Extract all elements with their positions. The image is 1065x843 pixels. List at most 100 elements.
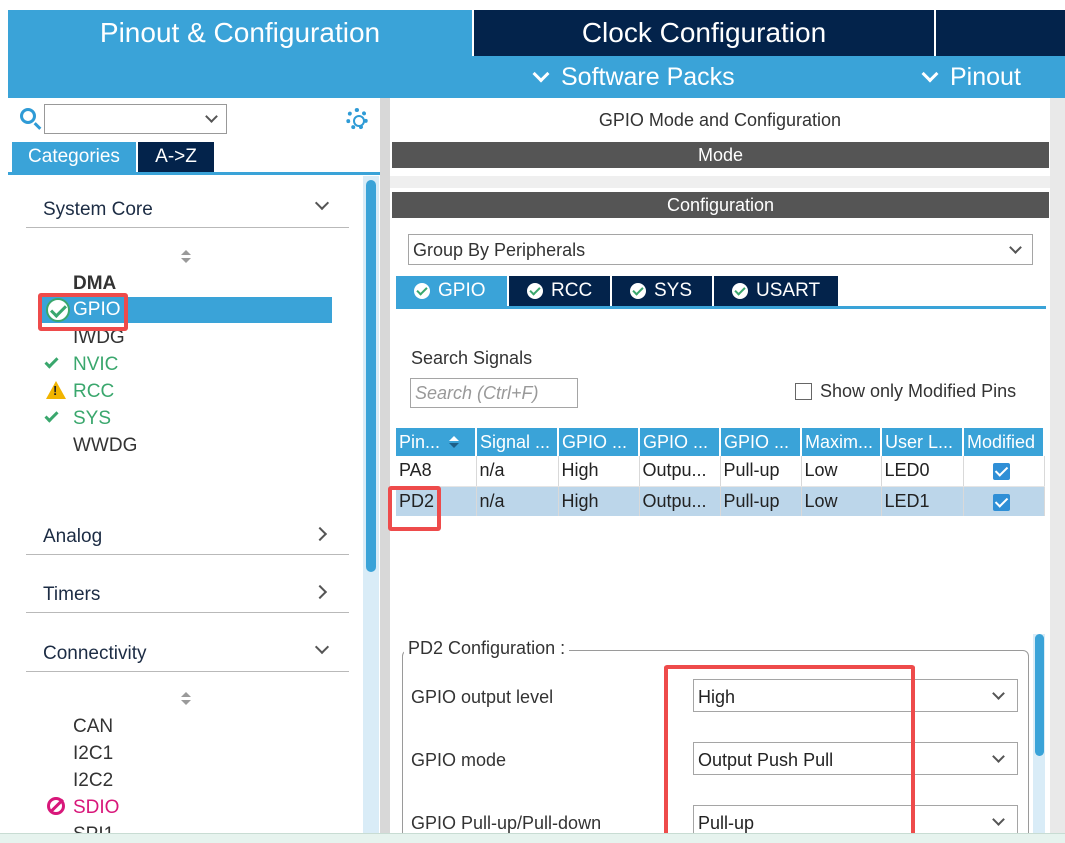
check-circle-icon <box>630 283 646 299</box>
section-gap <box>390 176 1050 188</box>
tab-pinout-configuration-label: Pinout & Configuration <box>99 17 381 48</box>
show-modified-checkbox[interactable]: Show only Modified Pins <box>795 381 1016 402</box>
tab-rcc[interactable]: RCC <box>509 276 610 306</box>
page-title: GPIO Mode and Configuration <box>598 110 842 130</box>
table-row[interactable]: PA8 n/a High Outpu... Pull-up Low LED0 <box>396 456 1045 487</box>
list-item-sys[interactable]: SYS <box>73 406 111 432</box>
sort-icon[interactable] <box>180 250 192 264</box>
software-packs-label: Software Packs <box>561 63 735 91</box>
checkbox-checked-icon[interactable] <box>992 463 1010 480</box>
highlight-box-pd2-settings <box>664 665 915 843</box>
list-item-rcc[interactable]: RCC <box>73 379 114 405</box>
tab-gpio[interactable]: GPIO <box>396 276 507 306</box>
tab-categories[interactable]: Categories <box>12 142 136 172</box>
tab-pinout-configuration[interactable]: Pinout & Configuration <box>8 10 472 56</box>
category-search-select[interactable] <box>44 104 227 134</box>
checkbox-unchecked[interactable] <box>795 383 812 400</box>
search-icon[interactable] <box>20 108 36 124</box>
outer-scrollbar-track[interactable] <box>1050 98 1065 843</box>
gpio-mode-label: GPIO mode <box>411 750 507 770</box>
tab-next-truncated[interactable] <box>936 10 1065 56</box>
panel-splitter[interactable] <box>380 98 390 843</box>
list-item-i2c1[interactable]: I2C1 <box>73 741 113 767</box>
cell-output-level: High <box>558 456 640 487</box>
left-scrollbar-thumb[interactable] <box>366 180 376 572</box>
check-icon <box>44 406 67 428</box>
pinout-menu-label: Pinout <box>950 63 1021 91</box>
tab-underline <box>8 172 380 175</box>
chevron-down-icon <box>314 639 330 655</box>
chevron-down-icon <box>921 65 939 82</box>
mode-header[interactable]: Mode <box>392 142 1049 168</box>
tab-categories-label: Categories <box>28 146 120 167</box>
tab-usart-label: USART <box>756 280 821 301</box>
configuration-header[interactable]: Configuration <box>392 192 1049 218</box>
tab-usart[interactable]: USART <box>714 276 838 306</box>
check-circle-icon <box>414 283 430 299</box>
cell-modified <box>963 486 1045 516</box>
cell-mode: Outpu... <box>639 486 721 516</box>
tab-sys-label: SYS <box>654 280 693 301</box>
tab-clock-configuration[interactable]: Clock Configuration <box>474 10 934 56</box>
show-modified-label: Show only Modified Pins <box>820 381 1017 401</box>
col-header-signal[interactable]: Signal ... <box>476 428 559 456</box>
chevron-down-icon <box>205 110 218 123</box>
cell-max-speed: Low <box>801 456 882 487</box>
tab-gpio-label: GPIO <box>438 280 486 301</box>
gpio-output-level-label: GPIO output level <box>411 687 554 707</box>
tab-underline <box>396 306 1046 309</box>
section-connectivity[interactable]: Connectivity <box>26 638 349 672</box>
secondary-menu-bar: Software Packs Pinout <box>8 56 1065 98</box>
col-header-pin[interactable]: Pin... <box>396 428 477 456</box>
tab-a-to-z[interactable]: A->Z <box>138 142 214 172</box>
chevron-down-icon <box>992 813 1005 826</box>
col-header-user-label[interactable]: User L... <box>881 428 964 456</box>
list-item-i2c2[interactable]: I2C2 <box>73 768 113 794</box>
search-signals-input[interactable]: Search (Ctrl+F) <box>410 378 578 408</box>
sort-icon[interactable] <box>180 692 192 706</box>
col-header-gpio-pull[interactable]: GPIO ... <box>720 428 802 456</box>
tab-a-to-z-label: A->Z <box>155 146 197 167</box>
warning-icon <box>45 379 67 401</box>
list-item-can[interactable]: CAN <box>73 714 113 740</box>
section-analog[interactable]: Analog <box>26 521 349 555</box>
sort-icon <box>449 435 460 448</box>
chevron-right-icon <box>312 526 328 542</box>
col-header-gpio-output-level[interactable]: GPIO ... <box>558 428 640 456</box>
pinout-menu[interactable]: Pinout <box>921 63 1021 92</box>
col-header-max-speed[interactable]: Maxim... <box>801 428 882 456</box>
group-by-select[interactable]: Group By Peripherals <box>408 234 1033 265</box>
cell-modified <box>963 456 1045 487</box>
list-item-wwdg[interactable]: WWDG <box>73 433 137 459</box>
chevron-right-icon <box>312 584 328 600</box>
chevron-down-icon <box>532 65 550 82</box>
signals-table: Pin... Signal ... GPIO ... GPIO ... GPIO… <box>396 428 1045 516</box>
col-header-pin-label: Pin... <box>399 431 441 452</box>
tab-sys[interactable]: SYS <box>612 276 712 306</box>
cell-pull: Pull-up <box>720 456 802 487</box>
cell-user-label: LED1 <box>881 486 964 516</box>
col-header-gpio-mode[interactable]: GPIO ... <box>639 428 721 456</box>
list-item-sdio[interactable]: SDIO <box>73 795 119 821</box>
table-row-selected[interactable]: PD2 n/a High Outpu... Pull-up Low LED1 <box>396 486 1045 516</box>
section-timers-label: Timers <box>43 584 101 605</box>
gear-icon[interactable] <box>346 108 368 130</box>
tab-clock-configuration-label: Clock Configuration <box>581 17 827 48</box>
section-timers[interactable]: Timers <box>26 579 349 613</box>
section-system-core-label: System Core <box>43 199 153 220</box>
config-scrollbar-thumb[interactable] <box>1035 634 1044 756</box>
section-connectivity-label: Connectivity <box>43 643 147 664</box>
highlight-box-gpio <box>38 293 128 331</box>
section-system-core[interactable]: System Core <box>26 194 349 228</box>
cell-output-level: High <box>558 486 640 516</box>
tab-rcc-label: RCC <box>551 280 593 301</box>
highlight-box-pd2 <box>388 486 441 531</box>
group-by-value: Group By Peripherals <box>413 240 586 260</box>
section-analog-label: Analog <box>43 526 103 547</box>
col-header-modified[interactable]: Modified <box>963 428 1045 456</box>
list-item-nvic[interactable]: NVIC <box>73 352 118 378</box>
software-packs-menu[interactable]: Software Packs <box>532 63 735 92</box>
categories-panel: Categories A->Z System Core DMA GPIO IWD… <box>8 98 380 843</box>
checkbox-checked-icon[interactable] <box>992 493 1010 511</box>
chevron-down-icon <box>992 750 1005 763</box>
